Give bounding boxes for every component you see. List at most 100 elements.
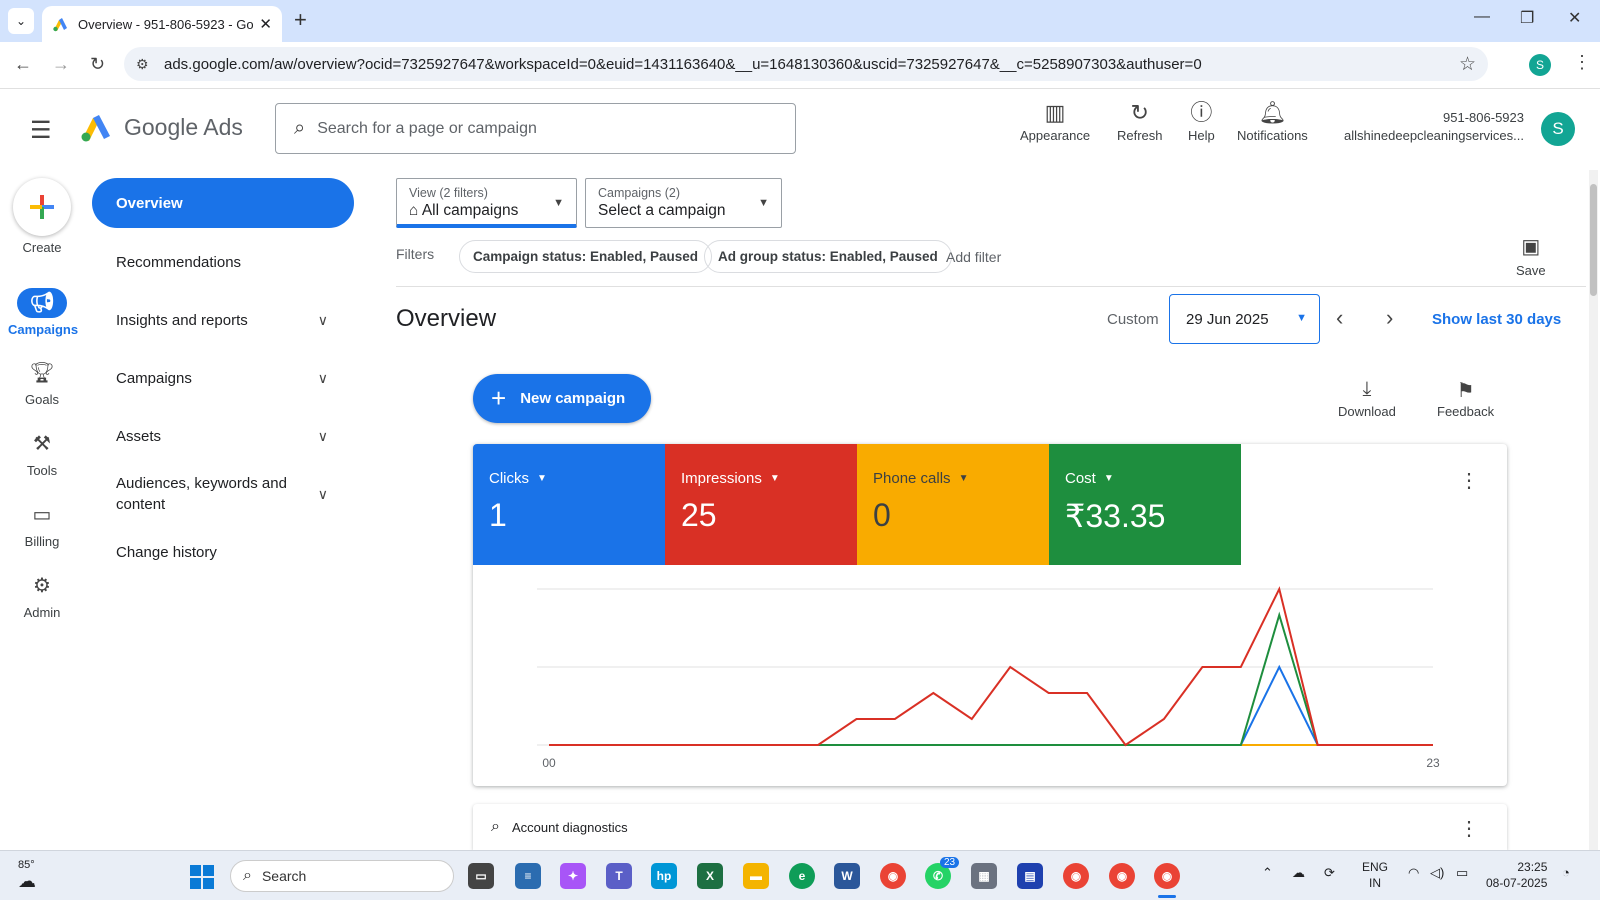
help-label: Help	[1188, 128, 1215, 143]
notification-center-icon[interactable]: ◔	[1562, 865, 1570, 880]
show-last-30-days-link[interactable]: Show last 30 days	[1432, 311, 1561, 328]
save-button[interactable]: ▣ Save	[1516, 234, 1546, 278]
previous-period-icon[interactable]: ‹	[1336, 305, 1343, 331]
teams-icon[interactable]: T	[606, 863, 632, 889]
metric-impressions[interactable]: Impressions ▼ 25	[665, 444, 857, 565]
refresh-button[interactable]: ↻ Refresh	[1117, 98, 1163, 143]
rail-tools[interactable]: ⚒ Tools	[8, 429, 76, 478]
address-bar[interactable]: ⚙ ads.google.com/aw/overview?ocid=732592…	[124, 47, 1488, 81]
new-tab-button[interactable]: +	[294, 9, 307, 31]
clock-date: 08-07-2025	[1486, 876, 1548, 890]
windows-start-icon[interactable]	[190, 865, 214, 889]
chrome-active-icon[interactable]: ◉	[1154, 863, 1180, 889]
campaign-status-chip[interactable]: Campaign status: Enabled, Paused	[459, 240, 713, 273]
nav-insights[interactable]: Insights and reports ∨	[92, 308, 354, 332]
system-clock[interactable]: 23:25 08-07-2025	[1486, 859, 1547, 891]
rail-tools-label: Tools	[26, 463, 58, 478]
account-avatar[interactable]: S	[1541, 112, 1575, 146]
search-icon: ⌕	[243, 867, 252, 884]
browser-tab[interactable]: Overview - 951-806-5923 - Goo ✕	[42, 6, 282, 42]
reload-icon[interactable]: ↻	[90, 54, 105, 75]
volume-icon[interactable]: ◁)	[1430, 865, 1444, 881]
view-selector[interactable]: View (2 filters) ⌂ All campaigns ▼	[396, 178, 577, 228]
chrome-profile-icon[interactable]: ◉	[1063, 863, 1089, 889]
taskbar-search[interactable]: ⌕ Search	[230, 860, 454, 892]
appearance-button[interactable]: ▥ Appearance	[1020, 98, 1090, 143]
rail-billing[interactable]: ▭ Billing	[8, 500, 76, 549]
metric-clicks[interactable]: Clicks ▼ 1	[473, 444, 665, 565]
browser-menu-icon[interactable]: ⋮	[1573, 52, 1591, 73]
account-diagnostics-card[interactable]: ⌕ Account diagnostics ⋮	[473, 804, 1507, 850]
nav-assets[interactable]: Assets ∨	[92, 424, 354, 448]
word-icon[interactable]: W	[834, 863, 860, 889]
nav-overview[interactable]: Overview	[92, 178, 354, 228]
excel-icon[interactable]: X	[697, 863, 723, 889]
sync-icon[interactable]: ⟳	[1324, 865, 1335, 881]
metric-phone-calls[interactable]: Phone calls ▼ 0	[857, 444, 1049, 565]
metric-cost[interactable]: Cost ▼ ₹33.35	[1049, 444, 1241, 565]
ad-group-status-chip[interactable]: Ad group status: Enabled, Paused	[704, 240, 952, 273]
rail-campaigns[interactable]: 📢︎ Campaigns	[8, 288, 78, 337]
nav-recommendations[interactable]: Recommendations	[92, 250, 354, 274]
page-search-input[interactable]: ⌕ Search for a page or campaign	[275, 103, 796, 154]
dropdown-arrow-icon: ▼	[553, 197, 564, 209]
browser-profile-avatar[interactable]: S	[1529, 54, 1551, 76]
task-view-icon[interactable]: ▭	[468, 863, 494, 889]
account-info[interactable]: 951-806-5923 allshinedeepcleaningservice…	[1340, 110, 1524, 143]
main-menu-icon[interactable]: ☰	[30, 116, 52, 145]
close-window-icon[interactable]: ✕	[1568, 8, 1581, 28]
copilot-icon[interactable]: ✦	[560, 863, 586, 889]
battery-icon[interactable]: ▭	[1456, 865, 1468, 881]
scrollbar-thumb[interactable]	[1590, 184, 1597, 296]
language-indicator[interactable]: ENG IN	[1362, 859, 1388, 891]
more-options-icon[interactable]: ⋮	[1459, 816, 1479, 841]
chrome-profile-icon[interactable]: ◉	[1109, 863, 1135, 889]
nav-change-history[interactable]: Change history	[92, 540, 354, 564]
back-icon[interactable]: ←	[14, 54, 32, 75]
search-icon: ⌕	[294, 117, 306, 139]
close-tab-icon[interactable]: ✕	[259, 15, 272, 33]
feedback-button[interactable]: ⚑ Feedback	[1437, 378, 1494, 419]
bookmark-star-icon[interactable]: ☆	[1459, 53, 1476, 76]
rail-billing-label: Billing	[24, 534, 60, 549]
campaign-selector[interactable]: Campaigns (2) Select a campaign ▼	[585, 178, 782, 228]
metric-value: 1	[489, 497, 507, 533]
forward-icon[interactable]: →	[52, 54, 70, 75]
nav-campaigns[interactable]: Campaigns ∨	[92, 366, 354, 390]
rail-goals-label: Goals	[25, 392, 59, 407]
page-scrollbar[interactable]	[1589, 170, 1598, 850]
card-more-options-icon[interactable]: ⋮	[1459, 468, 1479, 493]
notepad-icon[interactable]: ≡	[515, 863, 541, 889]
date-picker[interactable]: 29 Jun 2025 ▼	[1169, 294, 1320, 344]
site-info-icon[interactable]: ⚙	[136, 56, 149, 73]
download-button[interactable]: ⤓ Download	[1338, 378, 1396, 419]
notifications-button[interactable]: 🔔︎ Notifications	[1237, 98, 1308, 143]
onedrive-icon[interactable]: ☁	[1292, 865, 1305, 881]
restore-icon[interactable]: ❐	[1520, 8, 1534, 28]
view-filter-count: View (2 filters)	[409, 186, 488, 200]
view-value-label: All campaigns	[421, 202, 519, 219]
edge-icon[interactable]: e	[789, 863, 815, 889]
nav-recommendations-label: Recommendations	[116, 253, 242, 271]
rail-goals[interactable]: 🏆︎ Goals	[8, 358, 76, 407]
minimize-icon[interactable]: —	[1474, 8, 1490, 26]
add-filter-button[interactable]: Add filter	[946, 249, 1001, 265]
account-name: allshinedeepcleaningservices...	[1344, 128, 1524, 143]
weather-widget[interactable]: 85° ☁	[18, 859, 36, 892]
nav-audiences[interactable]: Audiences, keywords and content ∨	[92, 472, 354, 516]
calculator-icon[interactable]: ▦	[971, 863, 997, 889]
store-icon[interactable]: ▤	[1017, 863, 1043, 889]
file-explorer-icon[interactable]: ▬	[743, 863, 769, 889]
next-period-icon[interactable]: ›	[1386, 305, 1393, 331]
show-hidden-icons[interactable]: ⌃	[1262, 865, 1273, 881]
url-text: ads.google.com/aw/overview?ocid=73259276…	[164, 55, 1202, 73]
help-button[interactable]: ⓘ Help	[1188, 98, 1215, 143]
tab-search-button[interactable]: ⌄	[8, 8, 34, 34]
chrome-icon[interactable]: ◉	[880, 863, 906, 889]
create-button[interactable]	[13, 178, 71, 236]
ads-header: ☰ Google Ads ⌕ Search for a page or camp…	[0, 90, 1600, 168]
rail-admin[interactable]: ⚙ Admin	[8, 571, 76, 620]
wifi-icon[interactable]: ◠	[1408, 865, 1419, 881]
myhp-icon[interactable]: hp	[651, 863, 677, 889]
new-campaign-button[interactable]: + New campaign	[473, 374, 651, 423]
